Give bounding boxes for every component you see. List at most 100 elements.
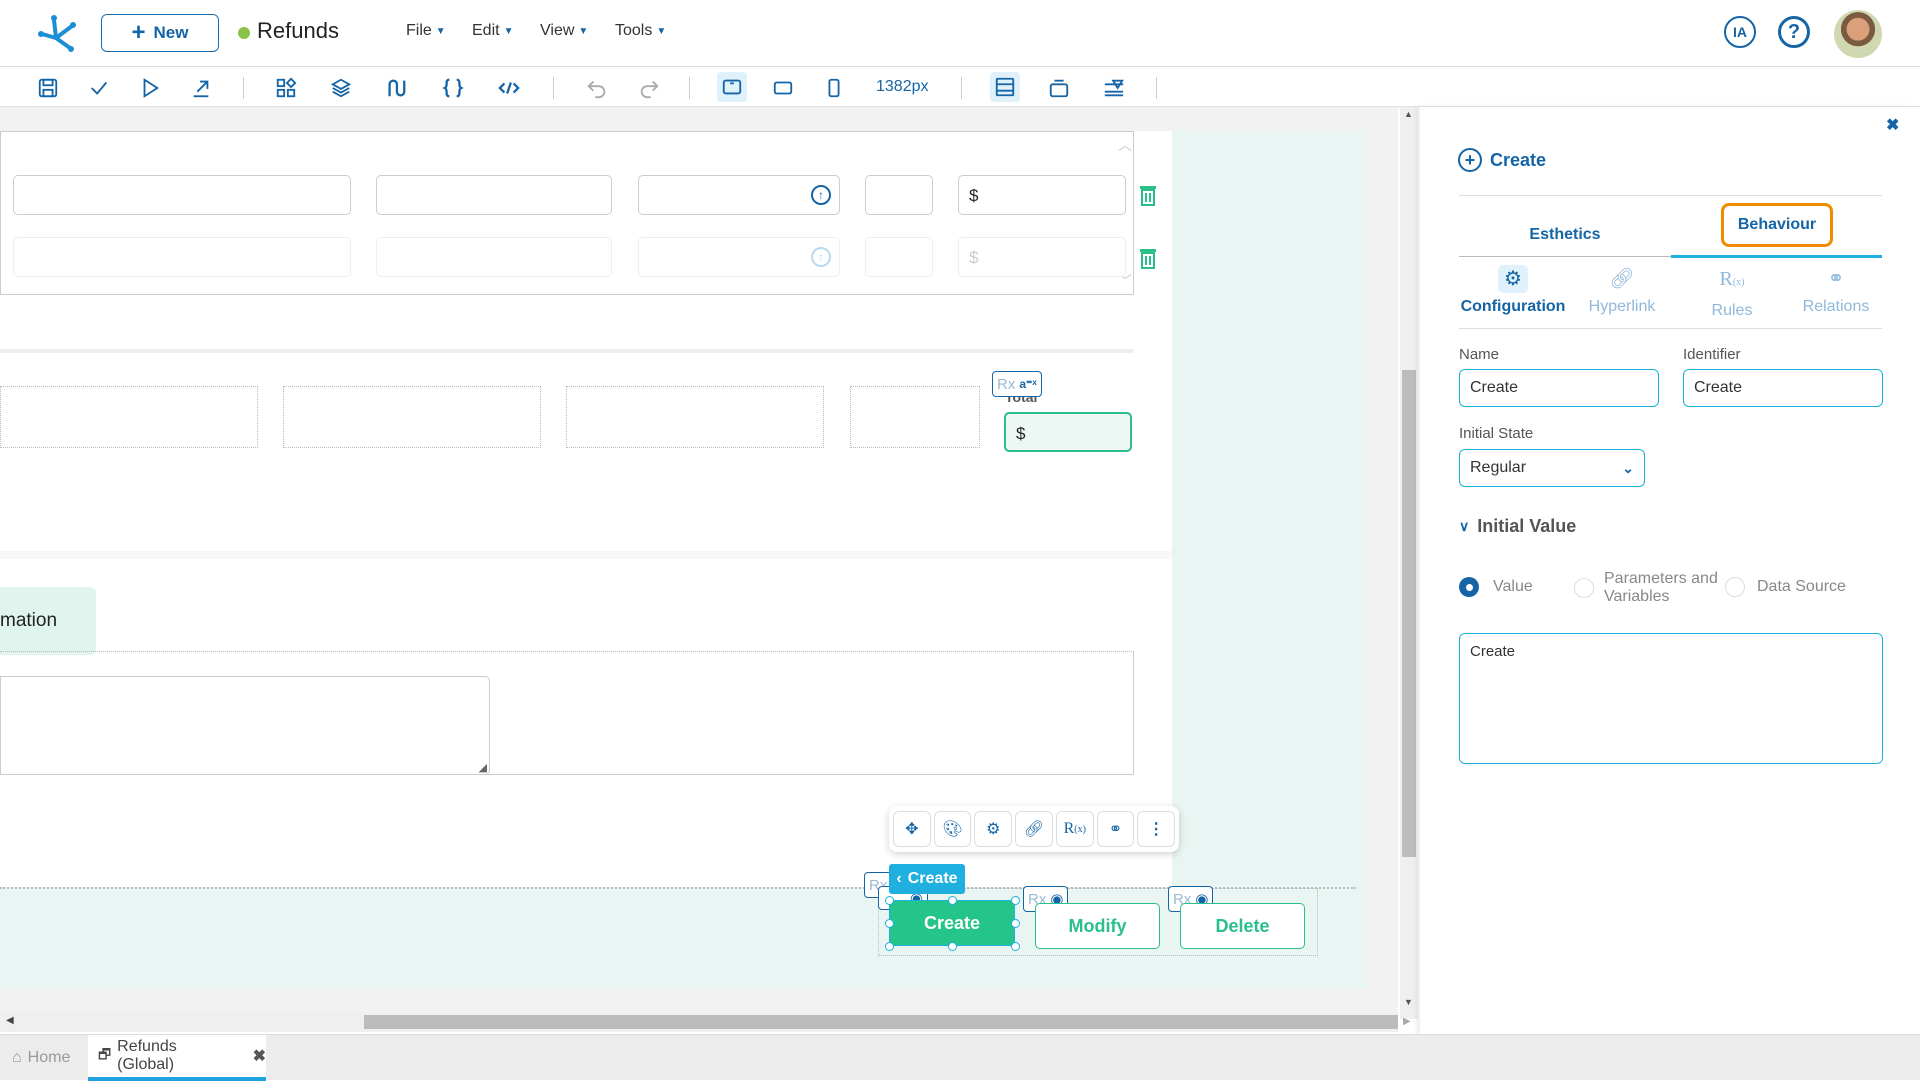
- link-icon[interactable]: 🔗︎: [1015, 811, 1053, 847]
- container-icon[interactable]: [1046, 76, 1072, 100]
- trash-icon[interactable]: [1139, 184, 1157, 206]
- more-icon[interactable]: ⋮: [1137, 811, 1176, 847]
- resize-handle[interactable]: [948, 942, 957, 951]
- vertical-scrollbar[interactable]: ▲ ▼: [1400, 107, 1418, 1019]
- app-title: Refunds: [257, 18, 339, 43]
- upload-icon[interactable]: ↑: [811, 185, 831, 205]
- layers-icon[interactable]: [328, 76, 354, 100]
- components-icon[interactable]: [273, 76, 299, 100]
- palette-icon[interactable]: 🎨︎: [933, 811, 972, 847]
- help-icon[interactable]: ?: [1778, 16, 1810, 48]
- divider: [0, 349, 1134, 353]
- resize-handle[interactable]: [1011, 896, 1020, 905]
- resize-handle[interactable]: [1011, 942, 1020, 951]
- subtab-relations[interactable]: ⚭ Relations: [1786, 265, 1886, 316]
- app-logo-icon[interactable]: [36, 12, 78, 54]
- trash-icon[interactable]: [1139, 247, 1157, 269]
- rules-icon[interactable]: R (x): [1055, 811, 1094, 847]
- save-icon[interactable]: [35, 76, 61, 100]
- settings-icon: ⚙: [1498, 265, 1528, 293]
- user-avatar[interactable]: [1834, 10, 1882, 58]
- filter-icon[interactable]: [1101, 76, 1127, 100]
- menu-tools[interactable]: Tools ▼: [615, 22, 666, 40]
- horizontal-scrollbar[interactable]: ◀: [0, 1012, 1398, 1032]
- mobile-view-icon[interactable]: [821, 76, 847, 100]
- chevron-down-icon: ∨: [1459, 518, 1470, 534]
- tab-home[interactable]: ⌂ Home: [12, 1035, 70, 1081]
- add-circle-icon: +: [1458, 148, 1482, 172]
- resize-handle[interactable]: [885, 896, 894, 905]
- initial-state-select[interactable]: Regular ⌄: [1459, 449, 1645, 487]
- total-amount-field[interactable]: $: [1004, 412, 1132, 452]
- home-icon: ⌂: [12, 1049, 22, 1066]
- desktop-view-icon[interactable]: [717, 72, 747, 102]
- scroll-up-icon[interactable]: ︿: [1118, 135, 1132, 155]
- resize-handle[interactable]: [1011, 919, 1020, 928]
- initial-value-section-toggle[interactable]: ∨ Initial Value: [1459, 516, 1576, 537]
- amount-field[interactable]: $: [958, 237, 1126, 277]
- upload-field[interactable]: ↑: [638, 175, 840, 215]
- upload-field[interactable]: ↑: [638, 237, 840, 277]
- export-icon[interactable]: [188, 76, 214, 100]
- subtab-configuration[interactable]: ⚙ Configuration: [1458, 265, 1568, 316]
- settings-icon[interactable]: ⚙: [974, 811, 1013, 847]
- play-icon[interactable]: [137, 76, 163, 100]
- grid-field[interactable]: [376, 237, 612, 277]
- flow-icon[interactable]: [383, 76, 409, 100]
- rules-icon: R(x): [1719, 268, 1745, 290]
- grid-field[interactable]: [376, 175, 612, 215]
- redo-icon[interactable]: [636, 76, 662, 100]
- resize-handle[interactable]: [885, 942, 894, 951]
- top-bar: + New Refunds File ▼ Edit ▼ View ▼ Tools ▼ I…: [0, 0, 1920, 67]
- tab-refunds-global[interactable]: 🗗︎ Refunds (Global) ✖: [88, 1035, 266, 1081]
- design-canvas[interactable]: ︿ ﹀ ↑ $ ↑ $ Total Rx a⁼ˣ $ mation ◢: [0, 107, 1398, 1019]
- layout-icon[interactable]: [990, 72, 1020, 102]
- tablet-view-icon[interactable]: [770, 76, 796, 100]
- rx-tag[interactable]: Rx a⁼ˣ: [992, 371, 1042, 397]
- radio-unchecked-icon: [1725, 577, 1745, 597]
- undo-icon[interactable]: [584, 76, 610, 100]
- radio-parameters-variables[interactable]: Parameters and Variables: [1574, 570, 1724, 606]
- delete-button[interactable]: Delete: [1180, 903, 1305, 949]
- amount-field[interactable]: $: [958, 175, 1126, 215]
- menu-file[interactable]: File ▼: [406, 22, 446, 40]
- toolbar-divider: [1156, 77, 1157, 99]
- radio-value[interactable]: Value: [1459, 577, 1533, 597]
- check-icon[interactable]: [86, 76, 112, 100]
- resize-handle[interactable]: [948, 896, 957, 905]
- resize-handle[interactable]: [885, 919, 894, 928]
- grid-field[interactable]: [13, 237, 351, 277]
- close-tab-icon[interactable]: ✖: [253, 1046, 266, 1066]
- information-tab[interactable]: mation: [0, 587, 96, 655]
- breadcrumb-chip[interactable]: ‹ Create: [889, 864, 965, 894]
- grid-field[interactable]: [865, 237, 933, 277]
- scrollbar-thumb[interactable]: [1402, 370, 1416, 857]
- tab-behaviour[interactable]: Behaviour: [1721, 203, 1833, 247]
- grid-field[interactable]: [13, 175, 351, 215]
- name-input[interactable]: [1459, 369, 1659, 407]
- relations-icon[interactable]: ⚭: [1096, 811, 1135, 847]
- totals-cell: [0, 386, 258, 448]
- ai-assistant-icon[interactable]: IA: [1724, 16, 1756, 48]
- subtab-hyperlink[interactable]: 🔗︎ Hyperlink: [1572, 265, 1672, 316]
- new-button[interactable]: + New: [101, 14, 219, 52]
- modify-button[interactable]: Modify: [1035, 903, 1160, 949]
- subtab-rules[interactable]: R(x) Rules: [1682, 265, 1782, 320]
- menu-edit[interactable]: Edit ▼: [472, 22, 513, 40]
- menu-view[interactable]: View ▼: [540, 22, 588, 40]
- scroll-right-arrow-icon[interactable]: ▶: [1403, 1016, 1411, 1027]
- close-panel-icon[interactable]: ✖: [1886, 115, 1899, 135]
- width-readout: 1382px: [876, 78, 929, 95]
- upload-icon[interactable]: ↑: [811, 247, 831, 267]
- move-icon[interactable]: ✥: [893, 811, 931, 847]
- code-icon[interactable]: [496, 76, 522, 100]
- notes-textarea[interactable]: ◢: [0, 676, 490, 775]
- create-button[interactable]: Create: [889, 900, 1015, 946]
- braces-icon[interactable]: [440, 76, 466, 100]
- value-textarea[interactable]: Create: [1459, 633, 1883, 764]
- identifier-input[interactable]: [1683, 369, 1883, 407]
- radio-data-source[interactable]: Data Source: [1725, 577, 1846, 597]
- tab-esthetics[interactable]: Esthetics: [1459, 212, 1671, 258]
- grid-field[interactable]: [865, 175, 933, 215]
- scrollbar-thumb[interactable]: [364, 1015, 1398, 1029]
